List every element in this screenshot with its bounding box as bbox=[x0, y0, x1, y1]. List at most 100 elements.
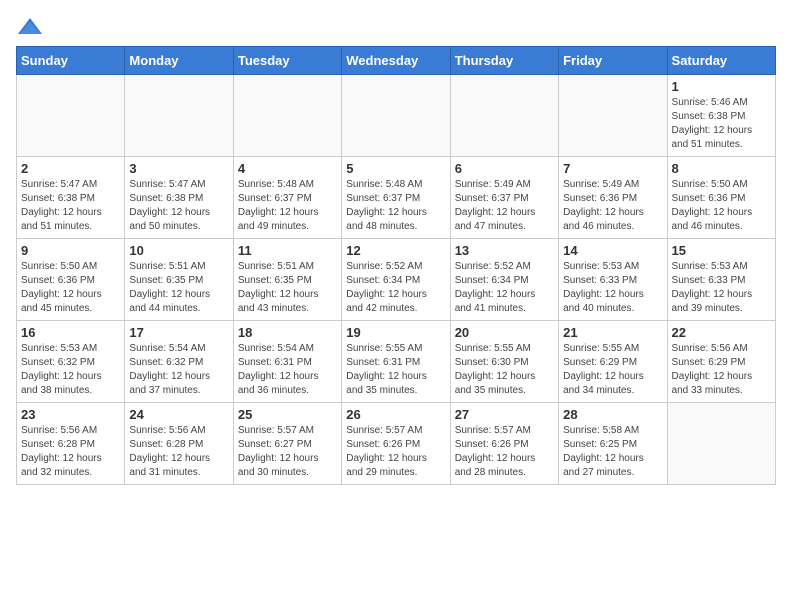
calendar-cell: 24 Sunrise: 5:56 AM Sunset: 6:28 PM Dayli… bbox=[125, 403, 233, 485]
calendar-cell: 23Sunrise: 5:56 AM Sunset: 6:28 PM Dayli… bbox=[17, 403, 125, 485]
calendar-cell: 12 Sunrise: 5:52 AM Sunset: 6:34 PM Dayli… bbox=[342, 239, 450, 321]
day-number: 25 bbox=[238, 407, 337, 422]
day-info: Sunrise: 5:55 AM Sunset: 6:31 PM Dayligh… bbox=[346, 342, 445, 398]
day-info: Sunrise: 5:47 AM Sunset: 6:38 PM Dayligh… bbox=[21, 178, 120, 234]
calendar-cell: 4 Sunrise: 5:48 AM Sunset: 6:37 PM Daylig… bbox=[233, 157, 341, 239]
calendar-cell bbox=[667, 403, 775, 485]
calendar-cell: 22 Sunrise: 5:56 AM Sunset: 6:29 PM Dayli… bbox=[667, 321, 775, 403]
calendar-cell: 9 Sunrise: 5:50 AM Sunset: 6:36 PM Daylig… bbox=[17, 239, 125, 321]
calendar-cell: 2 Sunrise: 5:47 AM Sunset: 6:38 PM Daylig… bbox=[17, 157, 125, 239]
weekday-header-tuesday: Tuesday bbox=[233, 47, 341, 75]
calendar-cell: 3 Sunrise: 5:47 AM Sunset: 6:38 PM Daylig… bbox=[125, 157, 233, 239]
calendar-cell: 13 Sunrise: 5:52 AM Sunset: 6:34 PM Dayli… bbox=[450, 239, 558, 321]
calendar-cell: 26 Sunrise: 5:57 AM Sunset: 6:26 PM Dayli… bbox=[342, 403, 450, 485]
calendar-cell: 25 Sunrise: 5:57 AM Sunset: 6:27 PM Dayli… bbox=[233, 403, 341, 485]
day-info: Sunrise: 5:56 AM Sunset: 6:28 PM Dayligh… bbox=[21, 424, 120, 480]
calendar-week-2: 9 Sunrise: 5:50 AM Sunset: 6:36 PM Daylig… bbox=[17, 239, 776, 321]
day-info: Sunrise: 5:53 AM Sunset: 6:33 PM Dayligh… bbox=[672, 260, 771, 316]
calendar-cell: 21 Sunrise: 5:55 AM Sunset: 6:29 PM Dayli… bbox=[559, 321, 667, 403]
day-info: Sunrise: 5:47 AM Sunset: 6:38 PM Dayligh… bbox=[129, 178, 228, 234]
day-info: Sunrise: 5:48 AM Sunset: 6:37 PM Dayligh… bbox=[238, 178, 337, 234]
calendar-cell: 15 Sunrise: 5:53 AM Sunset: 6:33 PM Dayli… bbox=[667, 239, 775, 321]
day-info: Sunrise: 5:46 AM Sunset: 6:38 PM Dayligh… bbox=[672, 96, 771, 152]
calendar-cell bbox=[17, 75, 125, 157]
day-number: 20 bbox=[455, 325, 554, 340]
day-number: 5 bbox=[346, 161, 445, 176]
day-number: 11 bbox=[238, 243, 337, 258]
day-number: 6 bbox=[455, 161, 554, 176]
day-info: Sunrise: 5:49 AM Sunset: 6:36 PM Dayligh… bbox=[563, 178, 662, 234]
day-number: 7 bbox=[563, 161, 662, 176]
day-info: Sunrise: 5:52 AM Sunset: 6:34 PM Dayligh… bbox=[346, 260, 445, 316]
weekday-header-row: SundayMondayTuesdayWednesdayThursdayFrid… bbox=[17, 47, 776, 75]
calendar-cell: 17 Sunrise: 5:54 AM Sunset: 6:32 PM Dayli… bbox=[125, 321, 233, 403]
calendar-cell: 16 Sunrise: 5:53 AM Sunset: 6:32 PM Dayli… bbox=[17, 321, 125, 403]
day-number: 28 bbox=[563, 407, 662, 422]
day-number: 17 bbox=[129, 325, 228, 340]
day-number: 16 bbox=[21, 325, 120, 340]
calendar-week-3: 16 Sunrise: 5:53 AM Sunset: 6:32 PM Dayli… bbox=[17, 321, 776, 403]
day-info: Sunrise: 5:50 AM Sunset: 6:36 PM Dayligh… bbox=[672, 178, 771, 234]
calendar-cell: 20 Sunrise: 5:55 AM Sunset: 6:30 PM Dayli… bbox=[450, 321, 558, 403]
calendar-cell: 19Sunrise: 5:55 AM Sunset: 6:31 PM Dayli… bbox=[342, 321, 450, 403]
day-info: Sunrise: 5:54 AM Sunset: 6:32 PM Dayligh… bbox=[129, 342, 228, 398]
day-number: 3 bbox=[129, 161, 228, 176]
weekday-header-sunday: Sunday bbox=[17, 47, 125, 75]
weekday-header-friday: Friday bbox=[559, 47, 667, 75]
day-info: Sunrise: 5:55 AM Sunset: 6:30 PM Dayligh… bbox=[455, 342, 554, 398]
day-number: 26 bbox=[346, 407, 445, 422]
day-number: 1 bbox=[672, 79, 771, 94]
day-number: 14 bbox=[563, 243, 662, 258]
day-info: Sunrise: 5:49 AM Sunset: 6:37 PM Dayligh… bbox=[455, 178, 554, 234]
day-info: Sunrise: 5:53 AM Sunset: 6:32 PM Dayligh… bbox=[21, 342, 120, 398]
weekday-header-wednesday: Wednesday bbox=[342, 47, 450, 75]
day-info: Sunrise: 5:52 AM Sunset: 6:34 PM Dayligh… bbox=[455, 260, 554, 316]
day-info: Sunrise: 5:58 AM Sunset: 6:25 PM Dayligh… bbox=[563, 424, 662, 480]
day-number: 4 bbox=[238, 161, 337, 176]
day-number: 24 bbox=[129, 407, 228, 422]
day-number: 21 bbox=[563, 325, 662, 340]
calendar-cell bbox=[342, 75, 450, 157]
day-info: Sunrise: 5:54 AM Sunset: 6:31 PM Dayligh… bbox=[238, 342, 337, 398]
calendar-cell: 11 Sunrise: 5:51 AM Sunset: 6:35 PM Dayli… bbox=[233, 239, 341, 321]
weekday-header-saturday: Saturday bbox=[667, 47, 775, 75]
day-number: 2 bbox=[21, 161, 120, 176]
day-info: Sunrise: 5:48 AM Sunset: 6:37 PM Dayligh… bbox=[346, 178, 445, 234]
calendar-cell: 18 Sunrise: 5:54 AM Sunset: 6:31 PM Dayli… bbox=[233, 321, 341, 403]
calendar-cell bbox=[125, 75, 233, 157]
day-info: Sunrise: 5:51 AM Sunset: 6:35 PM Dayligh… bbox=[129, 260, 228, 316]
calendar-cell: 1 Sunrise: 5:46 AM Sunset: 6:38 PM Daylig… bbox=[667, 75, 775, 157]
day-number: 22 bbox=[672, 325, 771, 340]
day-info: Sunrise: 5:57 AM Sunset: 6:27 PM Dayligh… bbox=[238, 424, 337, 480]
day-info: Sunrise: 5:57 AM Sunset: 6:26 PM Dayligh… bbox=[346, 424, 445, 480]
day-number: 13 bbox=[455, 243, 554, 258]
day-number: 10 bbox=[129, 243, 228, 258]
weekday-header-thursday: Thursday bbox=[450, 47, 558, 75]
logo-icon bbox=[16, 16, 44, 38]
day-info: Sunrise: 5:51 AM Sunset: 6:35 PM Dayligh… bbox=[238, 260, 337, 316]
calendar-cell bbox=[559, 75, 667, 157]
day-info: Sunrise: 5:57 AM Sunset: 6:26 PM Dayligh… bbox=[455, 424, 554, 480]
calendar-cell: 28 Sunrise: 5:58 AM Sunset: 6:25 PM Dayli… bbox=[559, 403, 667, 485]
calendar-cell: 27 Sunrise: 5:57 AM Sunset: 6:26 PM Dayli… bbox=[450, 403, 558, 485]
day-number: 15 bbox=[672, 243, 771, 258]
day-number: 18 bbox=[238, 325, 337, 340]
day-info: Sunrise: 5:50 AM Sunset: 6:36 PM Dayligh… bbox=[21, 260, 120, 316]
day-number: 8 bbox=[672, 161, 771, 176]
logo bbox=[16, 16, 48, 38]
day-info: Sunrise: 5:55 AM Sunset: 6:29 PM Dayligh… bbox=[563, 342, 662, 398]
calendar-cell: 14 Sunrise: 5:53 AM Sunset: 6:33 PM Dayli… bbox=[559, 239, 667, 321]
day-info: Sunrise: 5:56 AM Sunset: 6:29 PM Dayligh… bbox=[672, 342, 771, 398]
day-info: Sunrise: 5:53 AM Sunset: 6:33 PM Dayligh… bbox=[563, 260, 662, 316]
day-number: 9 bbox=[21, 243, 120, 258]
day-number: 12 bbox=[346, 243, 445, 258]
calendar-cell: 6 Sunrise: 5:49 AM Sunset: 6:37 PM Daylig… bbox=[450, 157, 558, 239]
calendar-week-0: 1 Sunrise: 5:46 AM Sunset: 6:38 PM Daylig… bbox=[17, 75, 776, 157]
header bbox=[16, 16, 776, 38]
day-number: 27 bbox=[455, 407, 554, 422]
calendar-cell: 8 Sunrise: 5:50 AM Sunset: 6:36 PM Daylig… bbox=[667, 157, 775, 239]
calendar-cell bbox=[450, 75, 558, 157]
day-info: Sunrise: 5:56 AM Sunset: 6:28 PM Dayligh… bbox=[129, 424, 228, 480]
calendar: SundayMondayTuesdayWednesdayThursdayFrid… bbox=[16, 46, 776, 485]
calendar-week-4: 23Sunrise: 5:56 AM Sunset: 6:28 PM Dayli… bbox=[17, 403, 776, 485]
